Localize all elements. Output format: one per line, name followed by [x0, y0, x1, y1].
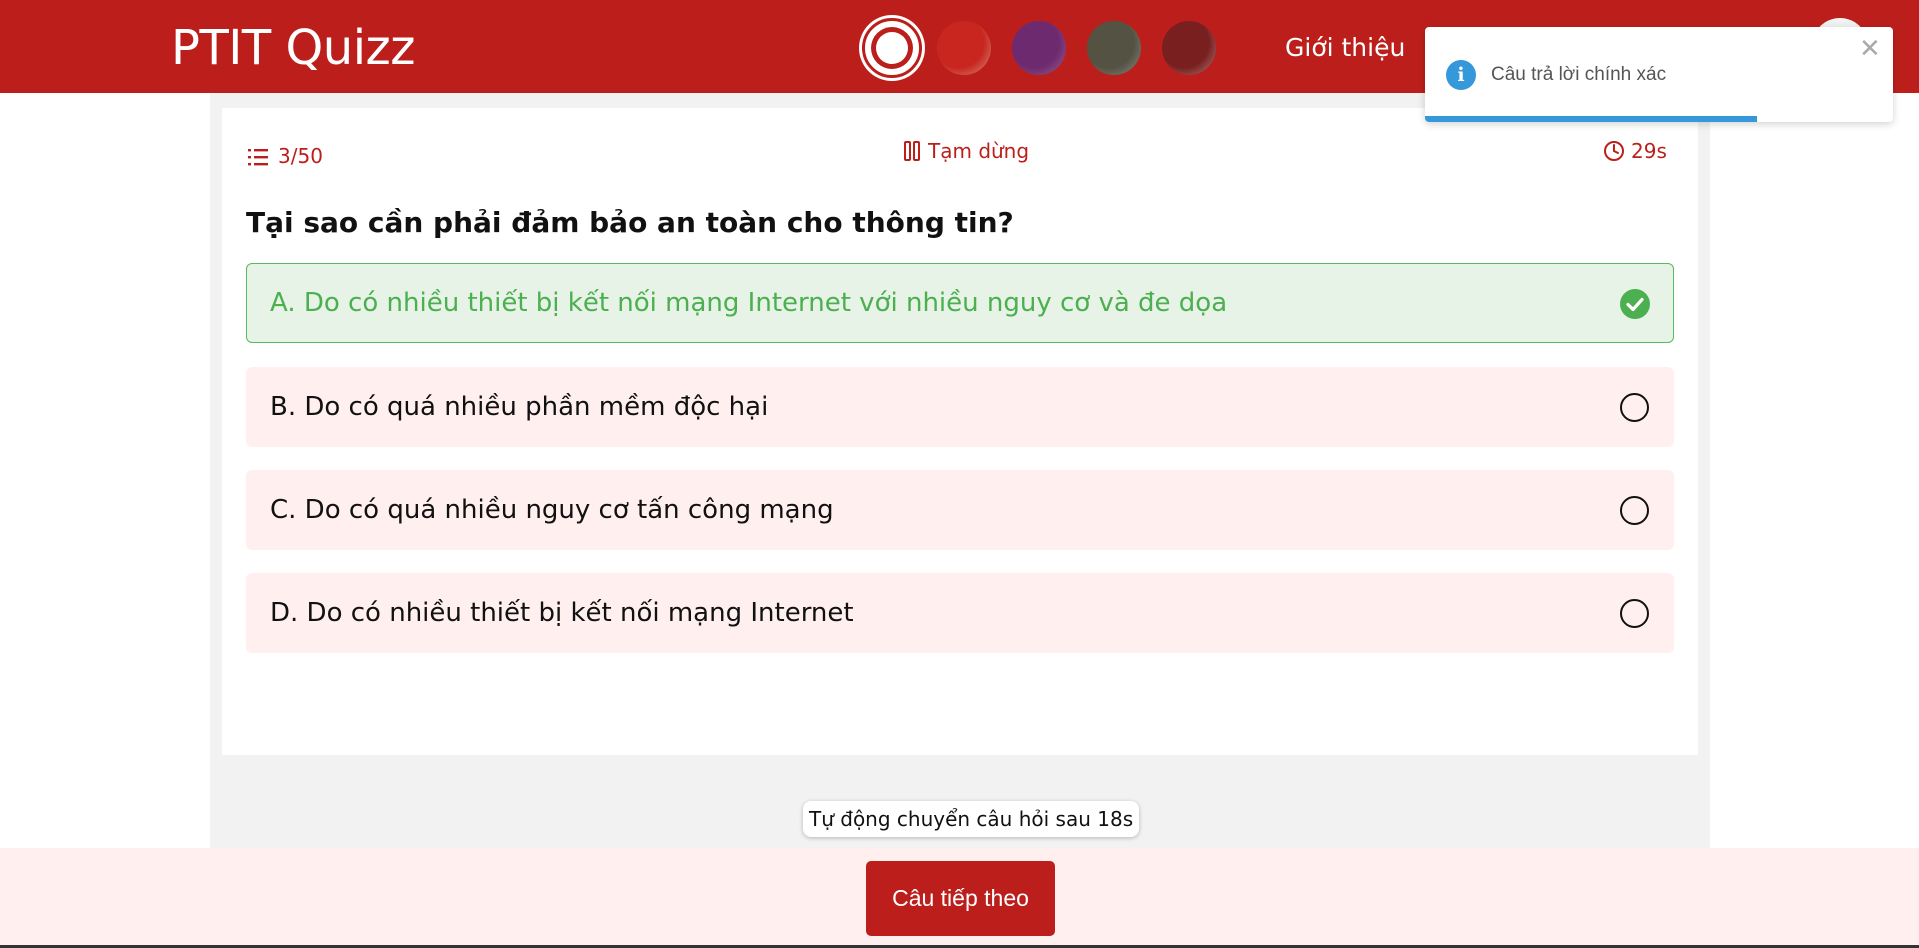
info-icon: i: [1446, 60, 1476, 90]
auto-next-notice: Tự động chuyển câu hỏi sau 18s: [803, 801, 1140, 837]
check-circle-icon: [1620, 289, 1650, 319]
answer-option-c[interactable]: C. Do có quá nhiều nguy cơ tấn công mạng: [246, 470, 1674, 550]
theme-option-purple[interactable]: [1012, 21, 1066, 75]
close-icon[interactable]: ✕: [1859, 35, 1881, 61]
clock-icon: [1604, 141, 1624, 161]
answer-option-label: D. Do có nhiều thiết bị kết nối mạng Int…: [270, 598, 854, 628]
pause-icon: [904, 141, 920, 161]
answer-option-b[interactable]: B. Do có quá nhiều phần mềm độc hại: [246, 367, 1674, 447]
brand-logo[interactable]: PTIT Quizz: [171, 20, 415, 76]
answer-option-a[interactable]: A. Do có nhiều thiết bị kết nối mạng Int…: [246, 263, 1674, 343]
radio-circle-icon: [1620, 496, 1649, 525]
countdown-timer: 29s: [1603, 139, 1667, 163]
answer-option-label: A. Do có nhiều thiết bị kết nối mạng Int…: [270, 288, 1228, 318]
next-question-button[interactable]: Câu tiếp theo: [866, 861, 1055, 936]
answer-option-label: B. Do có quá nhiều phần mềm độc hại: [270, 392, 769, 422]
theme-swatch: [871, 27, 913, 69]
toast-notification: i Câu trả lời chính xác ✕: [1425, 27, 1893, 122]
theme-option-white[interactable]: [862, 18, 922, 78]
pause-label: Tạm dừng: [928, 139, 1030, 163]
toast-progress-track: [1425, 116, 1893, 122]
radio-circle-icon: [1620, 599, 1649, 628]
toast-message: Câu trả lời chính xác: [1491, 64, 1667, 85]
answer-option-d[interactable]: D. Do có nhiều thiết bị kết nối mạng Int…: [246, 573, 1674, 653]
pause-button[interactable]: Tạm dừng: [904, 139, 1029, 163]
list-icon: [248, 149, 268, 166]
answer-option-label: C. Do có quá nhiều nguy cơ tấn công mạng: [270, 495, 834, 525]
theme-option-maroon[interactable]: [1162, 21, 1216, 75]
question-counter-text: 3/50: [278, 144, 323, 168]
toast-progress-bar: [1425, 116, 1758, 122]
theme-option-red[interactable]: [937, 21, 991, 75]
question-counter: 3/50: [248, 144, 323, 168]
timer-value: 29s: [1631, 139, 1667, 163]
theme-option-olive[interactable]: [1087, 21, 1141, 75]
question-text: Tại sao cần phải đảm bảo an toàn cho thô…: [246, 206, 1014, 239]
theme-swatch-center: [876, 32, 908, 64]
radio-circle-icon: [1620, 393, 1649, 422]
nav-link-about[interactable]: Giới thiệu: [1285, 33, 1405, 62]
